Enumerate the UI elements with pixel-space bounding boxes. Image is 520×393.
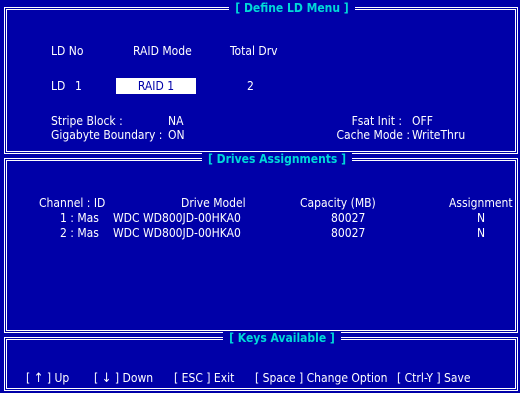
key-up-label: Up: [54, 371, 70, 385]
total-drv-value: 2: [247, 79, 254, 93]
ld-number: 1: [75, 79, 82, 93]
drive-row-2-model[interactable]: WDC WD800JD-00HKA0: [113, 226, 241, 240]
capacity-header: Capacity (MB): [300, 196, 376, 210]
define-ld-title: [ Define LD Menu ]: [147, 1, 437, 15]
key-up: [ ↑ ] Up: [26, 371, 70, 386]
gigabyte-boundary-value[interactable]: ON: [168, 128, 185, 142]
drives-title-text: [ Drives Assignments ]: [201, 152, 353, 166]
define-ld-title-text: [ Define LD Menu ]: [229, 1, 355, 15]
gigabyte-boundary-label: Gigabyte Boundary :: [51, 128, 163, 142]
keys-title-text: [ Keys Available ]: [223, 331, 341, 345]
key-esc: [ ESC ] Exit: [174, 371, 235, 385]
drive-row-1-channel[interactable]: 1 : Mas: [60, 211, 99, 225]
key-space: [ Space ] Change Option: [255, 371, 388, 385]
total-drv-header: Total Drv: [230, 44, 278, 58]
cache-mode-label: Cache Mode :: [336, 128, 411, 142]
drive-row-2-assignment[interactable]: N: [477, 226, 485, 240]
drive-row-2-capacity: 80027: [331, 226, 366, 240]
stripe-block-value[interactable]: NA: [168, 114, 183, 128]
drive-model-header: Drive Model: [181, 196, 246, 210]
raid-mode-header: RAID Mode: [133, 44, 192, 58]
down-arrow-icon: ↓: [101, 371, 112, 386]
key-down: [ ↓ ] Down: [94, 371, 154, 386]
up-arrow-icon: ↑: [33, 371, 44, 386]
fast-init-value[interactable]: OFF: [412, 114, 433, 128]
drive-row-1-model[interactable]: WDC WD800JD-00HKA0: [113, 211, 241, 225]
drives-panel: [ Drives Assignments ]: [4, 152, 518, 333]
key-down-label: Down: [122, 371, 154, 385]
raid-mode-selector[interactable]: RAID 1: [116, 78, 196, 94]
key-ctrl-y: [ Ctrl-Y ] Save: [397, 371, 471, 385]
ld-label: LD: [51, 79, 66, 93]
drive-row-1-capacity: 80027: [331, 211, 366, 225]
drives-title: [ Drives Assignments ]: [157, 152, 397, 166]
drive-row-2-channel[interactable]: 2 : Mas: [60, 226, 99, 240]
stripe-block-label: Stripe Block :: [51, 114, 123, 128]
drive-row-1-assignment[interactable]: N: [477, 211, 485, 225]
channel-id-header: Channel : ID: [39, 196, 106, 210]
keys-title: [ Keys Available ]: [187, 331, 377, 345]
fast-init-label: Fsat Init :: [351, 114, 402, 128]
ld-no-header: LD No: [51, 44, 84, 58]
assignment-header: Assignment: [449, 196, 513, 210]
cache-mode-value[interactable]: WriteThru: [412, 128, 465, 142]
